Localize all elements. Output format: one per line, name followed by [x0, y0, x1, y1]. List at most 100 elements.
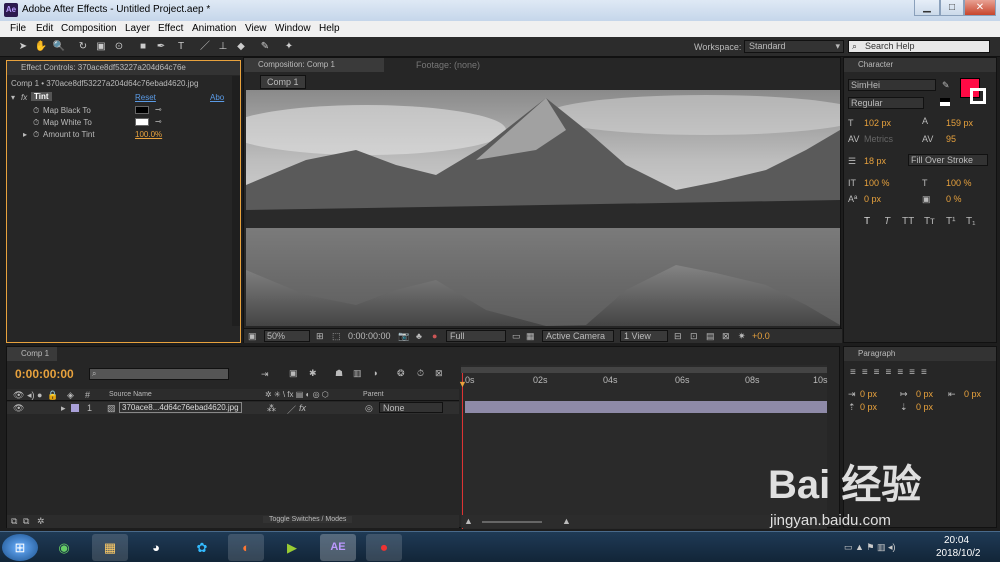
composition-tab[interactable]: Composition: Comp 1 [244, 58, 384, 72]
fx-switch-icon[interactable]: fx [299, 403, 306, 413]
fx-icon[interactable]: fx [21, 93, 27, 102]
draft-3d-icon[interactable]: ✱ [309, 368, 317, 379]
flowchart-icon[interactable]: ⊠ [722, 331, 730, 342]
live-update-icon[interactable]: ▣ [289, 368, 298, 379]
hide-shy-layers-icon[interactable]: ☗ [335, 368, 343, 379]
subscript-button[interactable]: T₁ [966, 216, 975, 227]
auto-keyframe-icon[interactable]: ⏱ [417, 368, 424, 379]
comp-subtab[interactable]: Comp 1 [260, 75, 306, 89]
camera-dropdown[interactable]: Active Camera [542, 330, 614, 342]
eyedropper-icon[interactable]: ✎ [942, 80, 950, 91]
stroke-color-swatch[interactable] [970, 88, 986, 104]
map-white-color-swatch[interactable] [135, 118, 149, 126]
indent-right-value[interactable]: 0 px [964, 389, 981, 399]
mask-icon[interactable]: ⬚ [332, 331, 341, 342]
brainstorm-icon[interactable]: ❂ [397, 368, 405, 379]
stopwatch-icon[interactable]: ⏱ [33, 106, 39, 116]
close-button[interactable]: ✕ [964, 0, 996, 16]
menu-file[interactable]: File [10, 23, 26, 34]
tsume-value[interactable]: 0 % [946, 194, 962, 204]
taskbar-player-icon[interactable]: ▶ [274, 534, 310, 561]
toggle-switches-modes-button[interactable]: Toggle Switches / Modes [263, 516, 353, 523]
transparency-grid-icon[interactable]: ▦ [526, 331, 535, 342]
rectangle-tool-icon[interactable]: ■ [136, 40, 150, 54]
playhead-icon[interactable]: ▼ [458, 379, 467, 389]
workspace-dropdown[interactable]: Standard ▾ [744, 40, 844, 53]
timeline-icon[interactable]: ▤ [706, 331, 715, 342]
font-size-value[interactable]: 102 px [864, 118, 891, 128]
indent-first-value[interactable]: 0 px [916, 389, 933, 399]
alignment-buttons[interactable]: ≡≡≡≡≡≡≡ [850, 367, 933, 378]
tracking-value[interactable]: 95 [946, 134, 956, 144]
menu-edit[interactable]: Edit [36, 23, 53, 34]
clock-date[interactable]: 2018/10/2 [936, 548, 981, 559]
about-link[interactable]: Abo [210, 93, 224, 102]
all-caps-button[interactable]: TT [902, 216, 914, 227]
stopwatch-icon[interactable]: ⏱ [33, 130, 39, 140]
always-preview-icon[interactable]: ▣ [248, 331, 257, 342]
reset-link[interactable]: Reset [135, 93, 156, 102]
font-style-dropdown[interactable]: Regular [848, 97, 924, 109]
indent-left-value[interactable]: 0 px [860, 389, 877, 399]
eye-icon[interactable]: 👁 [13, 403, 24, 414]
timeline-search-input[interactable]: ⌕ [89, 368, 229, 380]
selection-tool-icon[interactable]: ➤ [16, 40, 30, 54]
grid-icon[interactable]: ⊞ [316, 331, 324, 342]
stopwatch-icon[interactable]: ⏱ [33, 118, 39, 128]
effect-controls-tab[interactable]: Effect Controls: 370ace8df53227a204d64c7… [7, 61, 240, 75]
rotation-tool-icon[interactable]: ↻ [76, 40, 90, 54]
layer-duration-bar[interactable] [465, 401, 827, 413]
work-area-bar[interactable] [461, 367, 827, 373]
zoom-slider-track[interactable] [482, 521, 542, 523]
baseline-shift-value[interactable]: 0 px [864, 194, 881, 204]
twirl-down-icon[interactable]: ▾ [11, 93, 15, 102]
paragraph-tab[interactable]: Paragraph [844, 347, 996, 361]
table-row[interactable]: 👁 ▸ 1 ▨ 370ace8...4d64c76ebad4620.jpg ⁂ … [7, 402, 459, 416]
pick-whip-icon[interactable]: ◎ [365, 403, 373, 414]
tray-icons[interactable]: ▭ ▲ ⚑ ▥ ◂) [844, 542, 896, 553]
menu-help[interactable]: Help [319, 23, 340, 34]
font-family-dropdown[interactable]: SimHei [848, 79, 936, 91]
puppet-pin-tool-icon[interactable]: ✦ [282, 40, 296, 54]
faux-bold-button[interactable]: T [864, 216, 870, 227]
comp-mini-flowchart-icon[interactable]: ⇥ [261, 369, 269, 380]
camera-tool-icon[interactable]: ▣ [94, 40, 108, 54]
source-name-header[interactable]: Source Name [109, 391, 152, 398]
composition-viewer[interactable] [246, 90, 840, 326]
show-snapshot-icon[interactable]: ♣ [416, 331, 422, 341]
leading-value[interactable]: 159 px [946, 118, 973, 128]
taskbar-360-icon[interactable]: ◉ [46, 534, 82, 561]
taskbar-qq-icon[interactable]: ◕ [138, 534, 174, 561]
kerning-value[interactable]: Metrics [864, 134, 893, 144]
clock-time[interactable]: 20:04 [944, 535, 969, 546]
effect-controls-scrollbar[interactable] [232, 76, 240, 326]
zoom-tool-icon[interactable]: 🔍 [52, 40, 66, 54]
amount-to-tint-value[interactable]: 100.0% [135, 130, 162, 139]
in-out-stretch-icon[interactable]: ✲ [37, 516, 45, 527]
timeline-timecode[interactable]: 0:00:00:00 [15, 367, 74, 381]
graph-editor-icon[interactable]: ⊠ [435, 368, 443, 379]
character-tab[interactable]: Character [844, 58, 996, 72]
map-black-color-swatch[interactable] [135, 106, 149, 114]
type-tool-icon[interactable]: T [174, 40, 188, 54]
menu-layer[interactable]: Layer [125, 23, 150, 34]
minimize-button[interactable]: ▁ [914, 0, 940, 16]
current-time-indicator[interactable] [462, 373, 463, 529]
motion-blur-icon[interactable]: ◗ [373, 368, 378, 378]
effect-name[interactable]: Tint [31, 92, 52, 101]
zoom-dropdown[interactable]: 50% [264, 330, 310, 342]
vertical-scale-value[interactable]: 100 % [864, 178, 890, 188]
space-before-value[interactable]: 0 px [860, 402, 877, 412]
quality-switch-icon[interactable]: ／ [287, 403, 296, 416]
exposure-value[interactable]: +0.0 [752, 331, 770, 341]
snapshot-icon[interactable]: 📷 [398, 331, 409, 342]
taskbar-explorer-icon[interactable]: ▦ [92, 534, 128, 561]
region-of-interest-icon[interactable]: ▭ [512, 331, 521, 342]
taskbar-after-effects-icon[interactable]: AE [320, 534, 356, 561]
timeline-comp-tab[interactable]: Comp 1 [7, 347, 57, 361]
taskbar-firefox-icon[interactable]: ◐ [228, 534, 264, 561]
search-help-input[interactable]: ⌕ Search Help [848, 40, 990, 53]
fast-preview-icon[interactable]: ⊡ [690, 331, 698, 342]
shy-switch-icon[interactable]: ⁂ [267, 403, 276, 414]
layer-switches-icon[interactable]: ⧉ [11, 516, 17, 527]
